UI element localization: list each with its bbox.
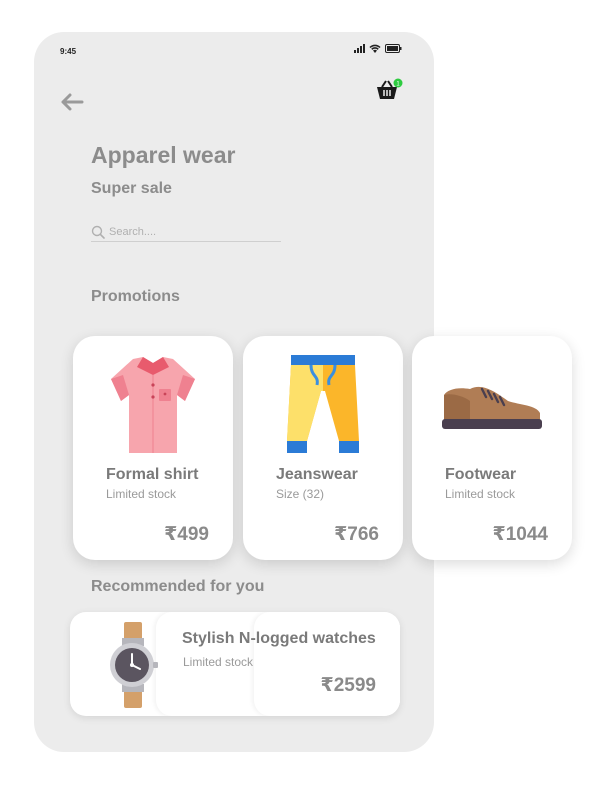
- shoe-icon: [442, 386, 542, 429]
- wifi-icon: [369, 44, 381, 53]
- promotions-heading: Promotions: [91, 288, 180, 305]
- promo-meta: Limited stock: [106, 487, 177, 501]
- promo-name: Formal shirt: [106, 466, 199, 483]
- recommended-heading: Recommended for you: [91, 578, 265, 595]
- basket-icon[interactable]: 1: [375, 78, 403, 102]
- promo-card-formal-shirt[interactable]: Formal shirt Limited stock ₹499: [73, 336, 233, 560]
- promo-image: [412, 350, 572, 460]
- promo-card-jeanswear[interactable]: Jeanswear Size (32) ₹766: [243, 336, 403, 560]
- promo-image: [243, 350, 403, 460]
- search-input[interactable]: [109, 225, 269, 238]
- promo-image: [73, 350, 233, 460]
- page-subtitle: Super sale: [91, 180, 172, 197]
- promo-price: ₹499: [164, 524, 209, 545]
- promo-card-footwear[interactable]: Footwear Limited stock ₹1044: [412, 336, 572, 560]
- promo-name: Footwear: [445, 466, 517, 483]
- signal-icon: [354, 44, 365, 53]
- promo-meta: Limited stock: [445, 487, 516, 501]
- card-layer: [254, 612, 400, 716]
- shirt-icon: [111, 357, 195, 453]
- promo-meta: Size (32): [276, 487, 325, 501]
- watch-icon: [110, 622, 158, 708]
- promo-name: Jeanswear: [276, 466, 358, 483]
- recommended-card[interactable]: Stylish N-logged watches Limited stock ₹…: [70, 612, 400, 716]
- recommended-price: ₹2599: [320, 675, 377, 696]
- jeans-icon: [287, 355, 359, 453]
- page-title: Apparel wear: [91, 142, 236, 168]
- back-arrow-icon[interactable]: [58, 90, 86, 114]
- promo-price: ₹766: [334, 524, 379, 545]
- search-icon: [91, 225, 105, 239]
- search-bar[interactable]: [91, 222, 281, 242]
- recommended-name: Stylish N-logged watches: [182, 630, 376, 647]
- battery-icon: [385, 44, 402, 53]
- status-time: 9:45: [60, 47, 77, 56]
- status-icons: [354, 44, 402, 53]
- recommended-meta: Limited stock: [183, 655, 254, 669]
- promo-price: ₹1044: [492, 524, 549, 545]
